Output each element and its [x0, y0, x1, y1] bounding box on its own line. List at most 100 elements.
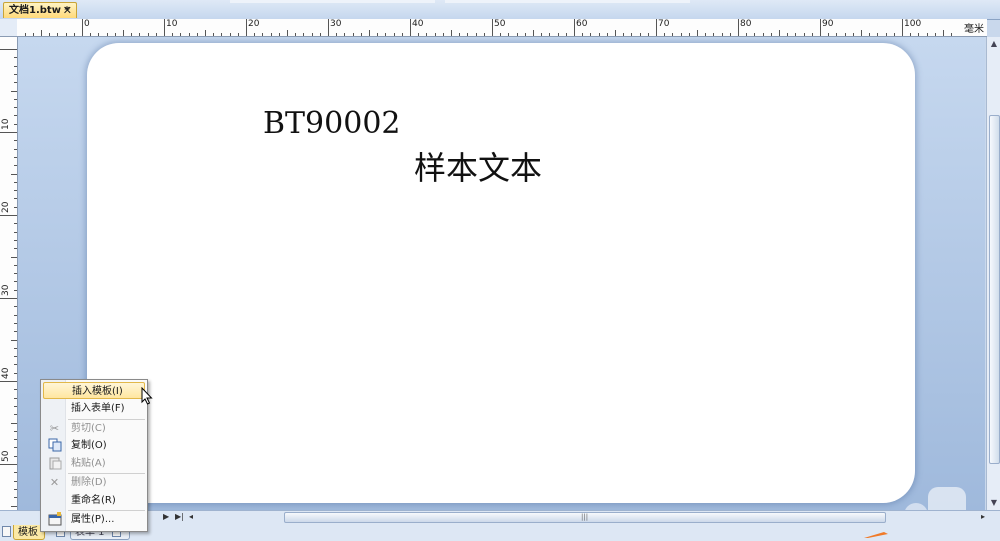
ruler-tick: [877, 33, 879, 36]
ruler-tick: [557, 33, 559, 36]
menu-item-paste[interactable]: 粘贴(A): [43, 455, 145, 472]
ruler-tick: [672, 33, 674, 36]
ruler-tick: [688, 33, 690, 36]
menu-item-label: 重命名(R): [71, 495, 116, 506]
label-text-sample[interactable]: 样本文本: [414, 143, 542, 189]
ruler-tick: [14, 488, 17, 490]
ruler-label: 90: [822, 19, 834, 29]
ruler-tick: [426, 33, 428, 36]
ruler-tick: [360, 33, 362, 36]
ruler-tick: [885, 33, 887, 36]
ruler-tick: [861, 30, 862, 36]
ruler-tick: [369, 30, 370, 36]
ruler-tick: [14, 140, 17, 142]
scroll-right-icon[interactable]: ▸: [981, 511, 985, 523]
design-workspace[interactable]: BT90002 样本文本 Ccm: [18, 37, 985, 510]
close-tab-icon[interactable]: ✕: [63, 3, 72, 19]
ruler-tick: [14, 447, 17, 449]
ruler-tick: [14, 356, 17, 358]
ruler-tick: [188, 33, 190, 36]
ruler-tick: [0, 464, 17, 465]
document-tab[interactable]: 文档1.btw * ✕: [3, 2, 77, 18]
scroll-next-icon[interactable]: ▶: [163, 511, 169, 523]
ruler-tick: [0, 215, 17, 216]
watermark-logo: Ccm: [905, 487, 966, 510]
ruler-tick: [90, 33, 92, 36]
ruler-label: 30: [1, 284, 11, 296]
ruler-label: 70: [658, 19, 670, 29]
ruler-tick: [11, 173, 17, 175]
ruler-tick: [14, 306, 17, 308]
ruler-tick: [516, 33, 518, 36]
menu-item-cut[interactable]: ✂ 剪切(C): [43, 420, 145, 437]
horizontal-scrollbar[interactable]: ▶ ▶| ◂ ||| ▸: [155, 511, 985, 523]
scroll-last-icon[interactable]: ▶|: [175, 511, 184, 523]
label-canvas[interactable]: BT90002 样本文本: [87, 43, 915, 503]
ruler-tick: [459, 33, 461, 36]
ruler-tick: [11, 90, 17, 92]
ruler-tick: [0, 298, 17, 299]
ruler-tick: [14, 165, 17, 167]
ruler-tick: [139, 33, 141, 36]
tabbar-decor: [445, 0, 690, 3]
ruler-tick: [155, 33, 157, 36]
ruler-tick: [14, 65, 17, 67]
ruler-tick: [14, 273, 17, 275]
ruler-tick: [14, 472, 17, 474]
ruler-tick: [902, 19, 903, 36]
ruler-tick: [246, 19, 247, 36]
label-text-barcode-number[interactable]: BT90002: [263, 106, 401, 141]
ruler-tick: [606, 33, 608, 36]
context-menu: 插入模板(I) 插入表单(F) ✂ 剪切(C) 复制(O) 粘贴(A) ✕ 删除…: [40, 379, 148, 532]
ruler-tick: [14, 347, 17, 349]
menu-item-copy[interactable]: 复制(O): [43, 437, 145, 454]
scroll-grip: |||: [581, 513, 589, 521]
ruler-tick: [123, 30, 124, 36]
menu-item-insert-form[interactable]: 插入表单(F): [43, 400, 145, 417]
ruler-tick: [0, 49, 17, 50]
ruler-tick: [14, 281, 17, 283]
ruler-tick: [410, 19, 411, 36]
ruler-tick: [680, 33, 682, 36]
ruler-tick: [196, 33, 198, 36]
ruler-tick: [844, 33, 846, 36]
ruler-tick: [65, 33, 67, 36]
bottom-bar: ▶ ▶| ◂ ||| ▸ 模板 表单 1: [0, 510, 1000, 541]
scroll-up-icon[interactable]: ▲: [987, 37, 1000, 51]
ruler-tick: [14, 248, 17, 250]
menu-item-rename[interactable]: 重命名(R): [43, 492, 145, 509]
ruler-tick: [0, 381, 17, 382]
ruler-tick: [14, 397, 17, 399]
scroll-down-icon[interactable]: ▼: [987, 496, 1000, 510]
ruler-tick: [434, 33, 436, 36]
horizontal-scroll-thumb[interactable]: |||: [284, 512, 886, 523]
horizontal-ruler: 毫米 0 10 20 30 40 50 60 70 80 90 100: [17, 19, 987, 37]
vertical-scrollbar[interactable]: ▲ ▼: [986, 37, 1000, 510]
ruler-tick: [278, 33, 280, 36]
ruler-tick: [762, 33, 764, 36]
ruler-tick: [229, 33, 231, 36]
vertical-scroll-thumb[interactable]: [989, 115, 1000, 464]
ruler-tick: [803, 33, 805, 36]
ruler-tick: [541, 33, 543, 36]
ruler-tick: [205, 30, 206, 36]
scroll-left-icon[interactable]: ◂: [189, 511, 193, 523]
ruler-tick: [319, 33, 321, 36]
ruler-tick: [377, 33, 379, 36]
menu-item-label: 属性(P)...: [71, 514, 115, 525]
menu-item-delete[interactable]: ✕ 删除(D): [43, 474, 145, 491]
ruler-tick: [287, 30, 288, 36]
mouse-pointer-icon: [141, 387, 153, 405]
ruler-label: 10: [1, 118, 11, 130]
ruler-label: 10: [166, 19, 178, 29]
ruler-tick: [483, 33, 485, 36]
menu-item-properties[interactable]: 属性(P)...: [43, 511, 145, 528]
ruler-tick: [14, 264, 17, 266]
menu-item-label: 插入表单(F): [71, 403, 125, 414]
ruler-tick: [582, 33, 584, 36]
ruler-tick: [795, 33, 797, 36]
vertical-ruler: 10 20 30 40 50: [0, 37, 18, 510]
menu-item-insert-template[interactable]: 插入模板(I): [43, 382, 145, 399]
ruler-label: 40: [412, 19, 424, 29]
ruler-tick: [385, 33, 387, 36]
